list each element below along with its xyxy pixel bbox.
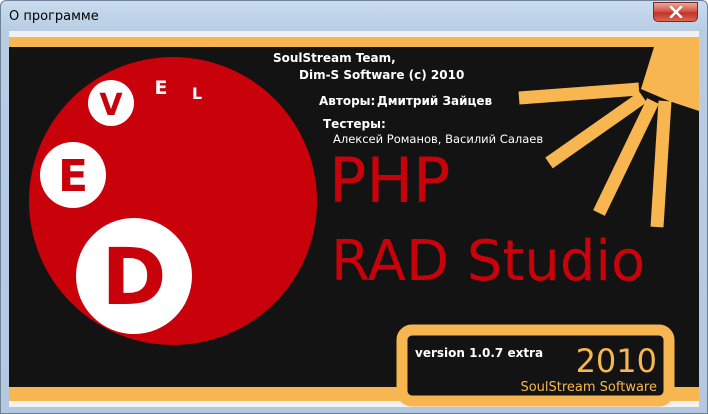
testers-label: Тестеры: (323, 117, 386, 131)
testers-value: Алексей Романов, Василий Салаев (333, 132, 544, 146)
team-name: SoulStream Team, (273, 51, 396, 65)
logo-letter-v: V (99, 88, 123, 123)
logo-letter-d: D (102, 233, 167, 323)
version-text: version 1.0.7 extra (415, 346, 543, 360)
dialog-content: D E V E L PHP RAD Studio version 1.0.7 e… (9, 31, 699, 407)
authors-value: Дмитрий Зайцев (377, 94, 493, 108)
title-bar[interactable]: О программе (1, 1, 707, 31)
company-name: SoulStream Software (520, 380, 657, 395)
window-title: О программе (9, 9, 99, 24)
logo-letter-l: L (192, 84, 202, 103)
logo-letter-e-small: E (155, 77, 168, 99)
product-name-line1: PHP (329, 144, 450, 217)
copyright-text: Dim-S Software (c) 2010 (299, 68, 465, 82)
product-name-line2: RAD Studio (331, 229, 645, 294)
authors-label: Авторы: (319, 94, 376, 108)
about-window: О программе D E V E L PHP RAD Studio ver… (0, 0, 708, 414)
logo-letter-e: E (58, 151, 88, 202)
splash-image: D E V E L PHP RAD Studio version 1.0.7 e… (9, 31, 699, 407)
close-icon (669, 6, 683, 18)
close-button[interactable] (653, 2, 698, 22)
release-year: 2010 (576, 342, 657, 380)
